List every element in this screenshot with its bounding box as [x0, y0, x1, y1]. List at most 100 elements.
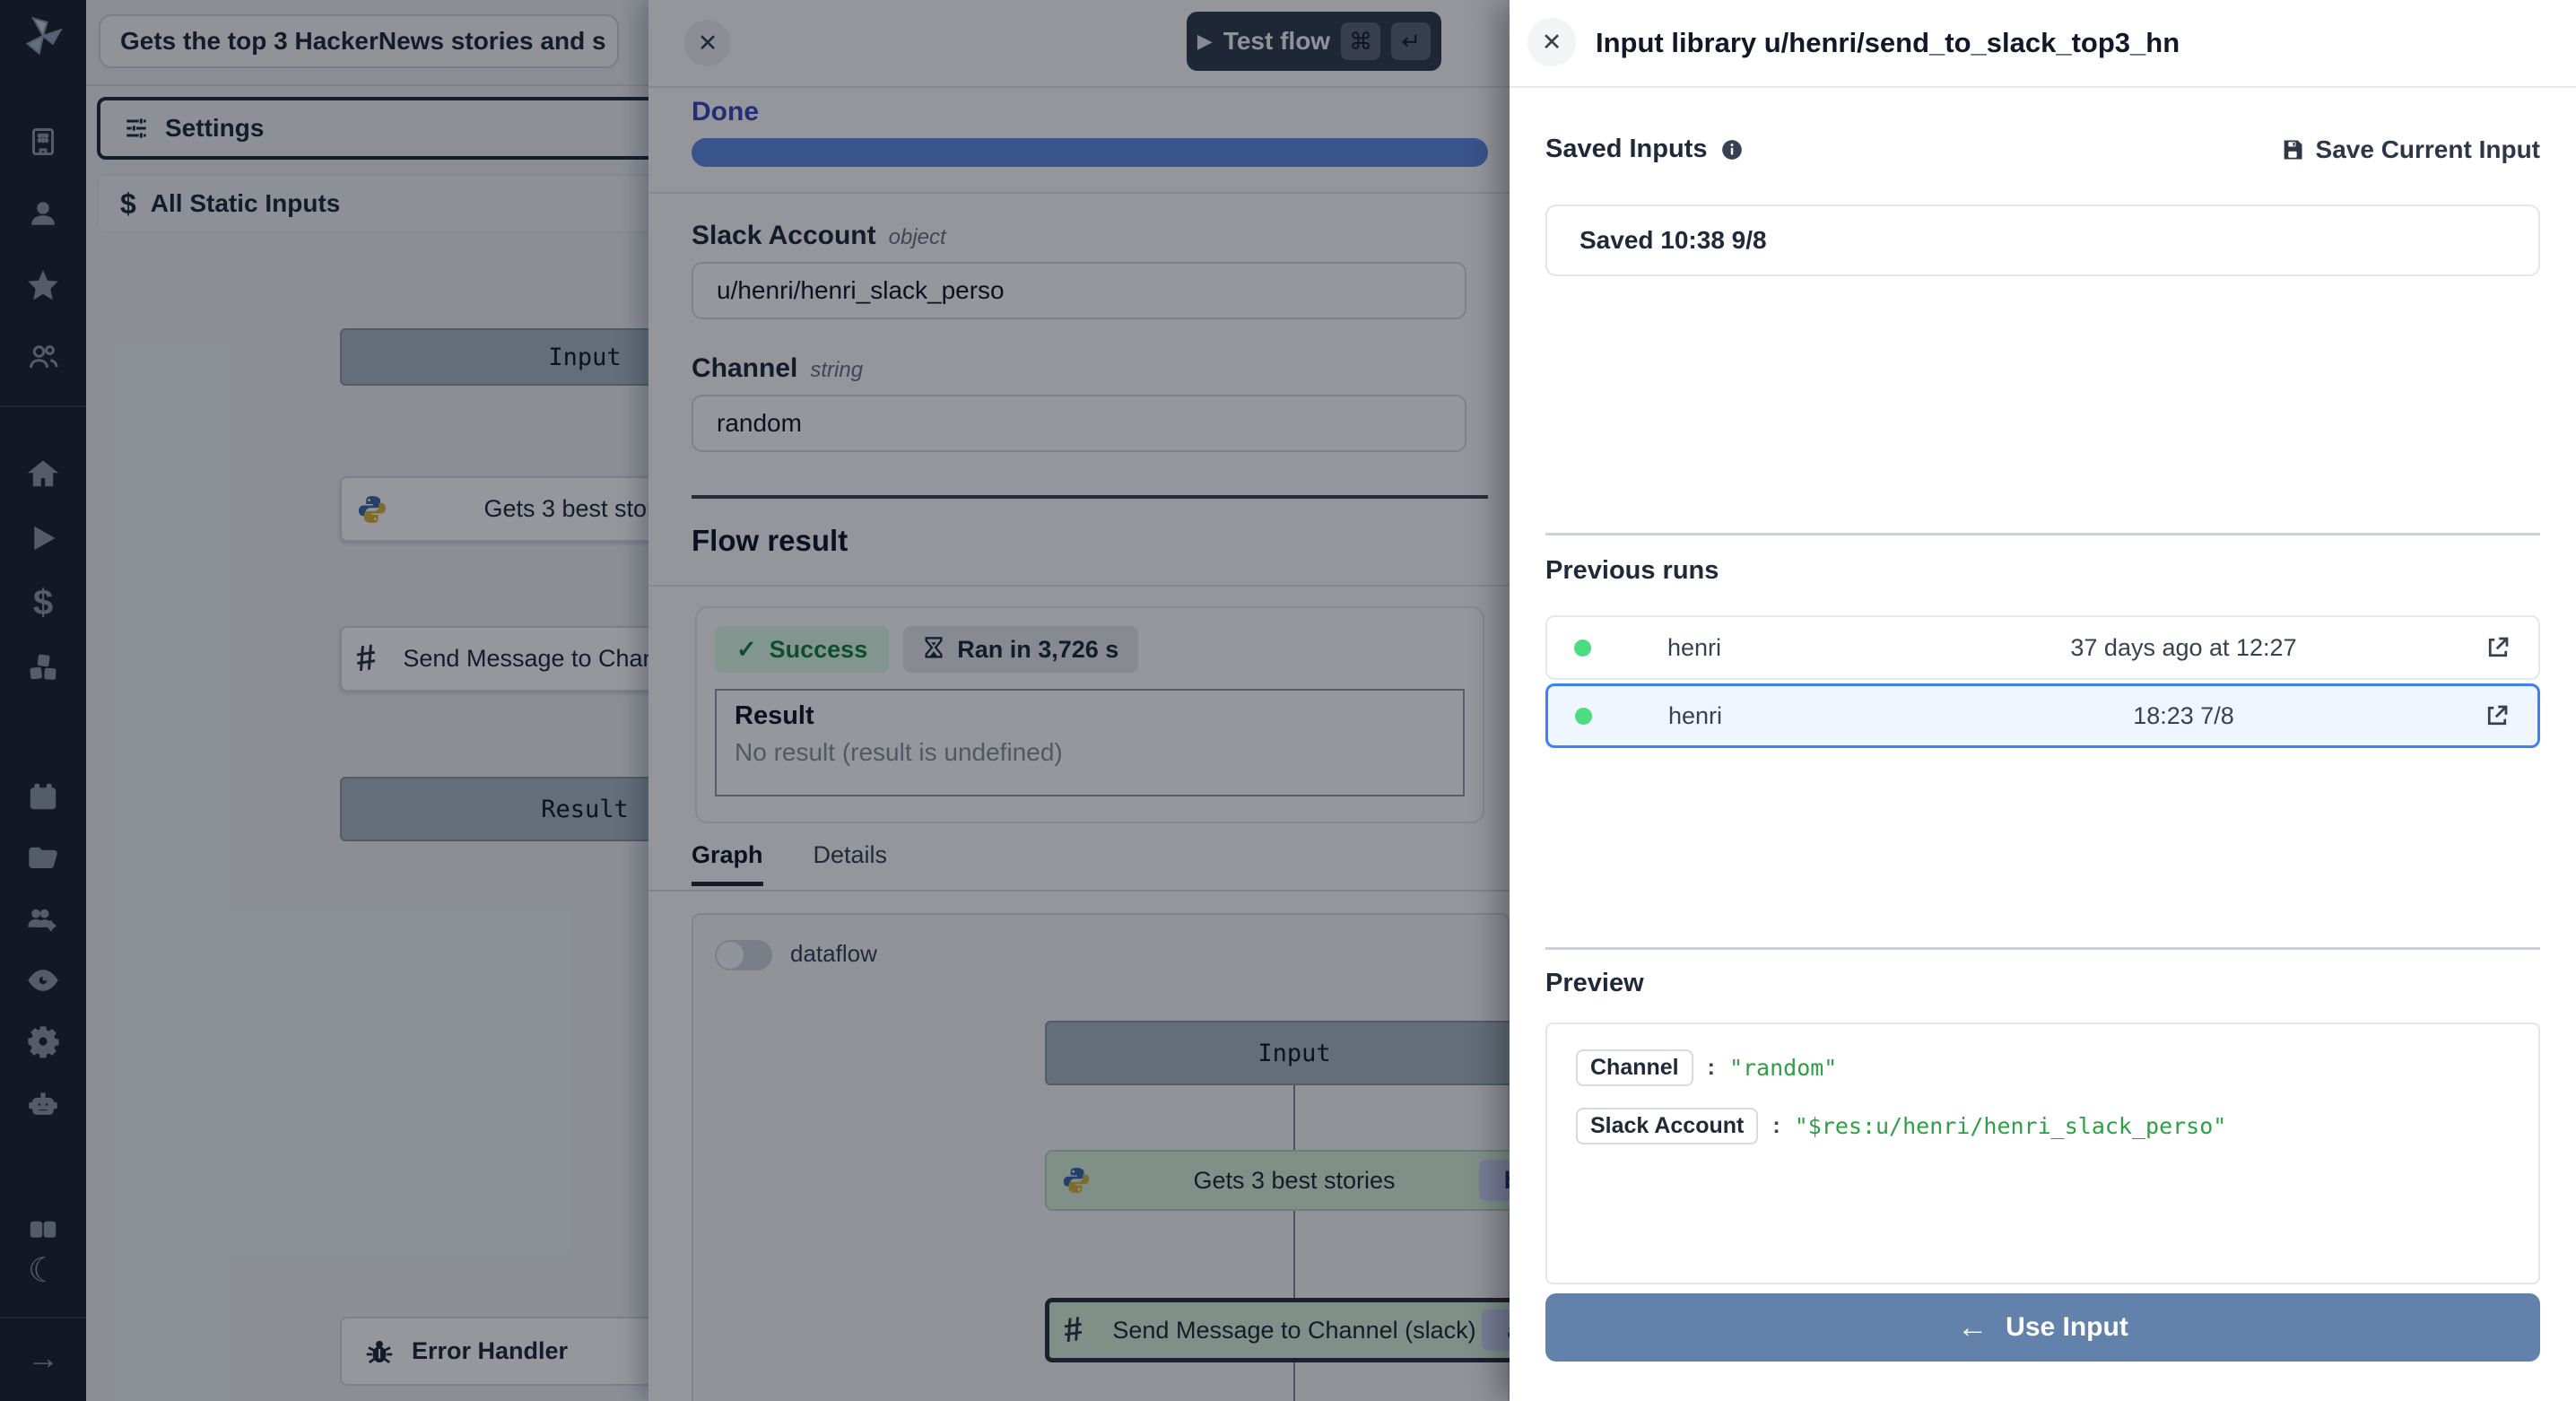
flow-name-input[interactable]: Gets the top 3 HackerNews stories and s — [99, 14, 619, 68]
tab-details[interactable]: Details — [814, 841, 888, 886]
result-tabs: Graph Details — [692, 841, 887, 886]
field-type: string — [810, 358, 863, 382]
graph-node-step1-label: Gets 3 best stories — [1193, 1167, 1395, 1195]
sidebar-divider-bottom — [0, 1317, 86, 1318]
flow-result-card: ✓ Success Ran in 3,726 s Result No resul… — [695, 606, 1484, 823]
docs-icon[interactable] — [0, 1213, 86, 1245]
run-user: henri — [1667, 634, 1883, 662]
progress-bar — [692, 138, 1488, 167]
preview-heading: Preview — [1545, 969, 1644, 998]
tabs-underline — [648, 890, 1510, 892]
run-time: 37 days ago at 12:27 — [1883, 634, 2485, 662]
expand-arrow-icon[interactable]: → — [0, 1342, 86, 1374]
building-icon[interactable] — [0, 126, 86, 158]
eye-icon[interactable] — [0, 963, 86, 997]
graph-node-input[interactable]: Input — [1045, 1021, 1544, 1085]
arrow-left-icon: ← — [1957, 1310, 1988, 1345]
preview-entry: Channel : "random" — [1576, 1049, 2510, 1086]
duration-badge: Ran in 3,726 s — [903, 626, 1138, 673]
close-icon[interactable]: ✕ — [684, 20, 731, 66]
use-input-label: Use Input — [2006, 1312, 2128, 1343]
preview-entry: Slack Account : "$res:u/henri/henri_slac… — [1576, 1108, 2510, 1144]
save-current-input-label: Save Current Input — [2316, 135, 2540, 164]
connector-line — [1293, 1211, 1295, 1298]
moon-icon[interactable]: ☾ — [0, 1254, 86, 1288]
field-type: object — [889, 225, 946, 249]
saved-inputs-heading: Saved Inputs — [1545, 135, 1744, 164]
graph-panel: dataflow Input Gets 3 best stories b # S… — [692, 913, 1510, 1401]
run-time: 18:23 7/8 — [1884, 702, 2484, 730]
play-icon[interactable] — [0, 522, 86, 554]
all-static-inputs-button[interactable]: $ All Static Inputs — [97, 174, 671, 233]
all-static-inputs-label: All Static Inputs — [151, 189, 341, 218]
hourglass-icon — [923, 637, 944, 662]
preview-key: Slack Account — [1576, 1108, 1758, 1144]
library-divider — [1545, 947, 2540, 950]
dataflow-toggle[interactable] — [715, 940, 772, 970]
drawer-divider — [648, 585, 1510, 587]
channel-field-label: Channelstring — [692, 353, 863, 384]
connector-line — [1293, 1362, 1295, 1401]
save-current-input-button[interactable]: Save Current Input — [2280, 135, 2540, 164]
workers-icon[interactable] — [0, 902, 86, 936]
run-status-dot — [1575, 708, 1592, 725]
status-label: Done — [692, 97, 759, 127]
input-library-drawer: ✕ Input library u/henri/send_to_slack_to… — [1510, 0, 2576, 1401]
previous-run-row[interactable]: henri 37 days ago at 12:27 — [1545, 615, 2540, 680]
drawer-divider — [648, 192, 1510, 194]
settings-button[interactable]: Settings — [97, 97, 671, 160]
play-icon: ▶ — [1197, 30, 1213, 53]
error-handler-label: Error Handler — [412, 1337, 568, 1365]
previous-runs-heading: Previous runs — [1545, 556, 1719, 586]
graph-node-input-label: Input — [1258, 1040, 1330, 1067]
dollar-sign-icon: $ — [120, 187, 136, 221]
folder-icon[interactable] — [0, 841, 86, 874]
result-empty-text: No result (result is undefined) — [735, 738, 1445, 767]
run-user: henri — [1668, 702, 1884, 730]
save-icon — [2280, 137, 2305, 162]
sliders-icon — [122, 114, 151, 143]
sidebar: $ ☾ → — [0, 0, 86, 1401]
gear-icon[interactable] — [0, 1024, 86, 1058]
success-badge-label: Success — [770, 636, 868, 664]
python-icon — [1061, 1165, 1092, 1196]
robot-icon[interactable] — [0, 1087, 86, 1121]
graph-node-step2[interactable]: # Send Message to Channel (slack) a — [1045, 1298, 1544, 1362]
windmill-logo[interactable] — [0, 13, 86, 59]
drawer-divider — [648, 86, 1510, 88]
close-icon[interactable]: ✕ — [1527, 18, 1576, 66]
user-icon[interactable] — [0, 197, 86, 230]
external-link-icon[interactable] — [2485, 634, 2511, 661]
preview-key: Channel — [1576, 1049, 1693, 1086]
info-icon[interactable] — [1720, 138, 1744, 161]
star-icon[interactable] — [0, 269, 86, 301]
flow-editor: Gets the top 3 HackerNews stories and s … — [86, 0, 648, 1401]
previous-run-row-selected[interactable]: henri 18:23 7/8 — [1545, 683, 2540, 748]
library-divider — [1545, 533, 2540, 535]
preview-value: "random" — [1729, 1055, 1837, 1081]
test-flow-button[interactable]: ▶ Test flow ⌘ ↵ — [1187, 12, 1441, 71]
dataflow-label: dataflow — [790, 940, 877, 968]
success-badge: ✓ Success — [715, 626, 889, 673]
test-flow-label: Test flow — [1223, 27, 1330, 56]
resources-icon[interactable] — [0, 651, 86, 685]
users-icon[interactable] — [0, 341, 86, 373]
home-icon[interactable] — [0, 457, 86, 490]
calendar-icon[interactable] — [0, 780, 86, 813]
run-status-dot — [1574, 640, 1591, 657]
use-input-button[interactable]: ← Use Input — [1545, 1293, 2540, 1362]
graph-node-step2-label: Send Message to Channel (slack) — [1112, 1317, 1475, 1344]
external-link-icon[interactable] — [2484, 702, 2511, 729]
preview-value: "$res:u/henri/henri_slack_perso" — [1795, 1113, 2227, 1139]
slack-account-field-label: Slack Accountobject — [692, 221, 946, 251]
graph-node-step1[interactable]: Gets 3 best stories b — [1045, 1150, 1544, 1211]
slack-account-input[interactable]: u/henri/henri_slack_perso — [692, 262, 1466, 319]
slack-hash-icon: # — [353, 638, 379, 681]
tab-graph[interactable]: Graph — [692, 841, 763, 886]
duration-badge-label: Ran in 3,726 s — [957, 636, 1118, 664]
channel-input[interactable]: random — [692, 395, 1466, 452]
saved-input-item[interactable]: Saved 10:38 9/8 — [1545, 204, 2540, 276]
settings-button-label: Settings — [165, 114, 264, 143]
dollar-icon[interactable]: $ — [0, 585, 86, 621]
flow-result-heading: Flow result — [692, 524, 848, 558]
